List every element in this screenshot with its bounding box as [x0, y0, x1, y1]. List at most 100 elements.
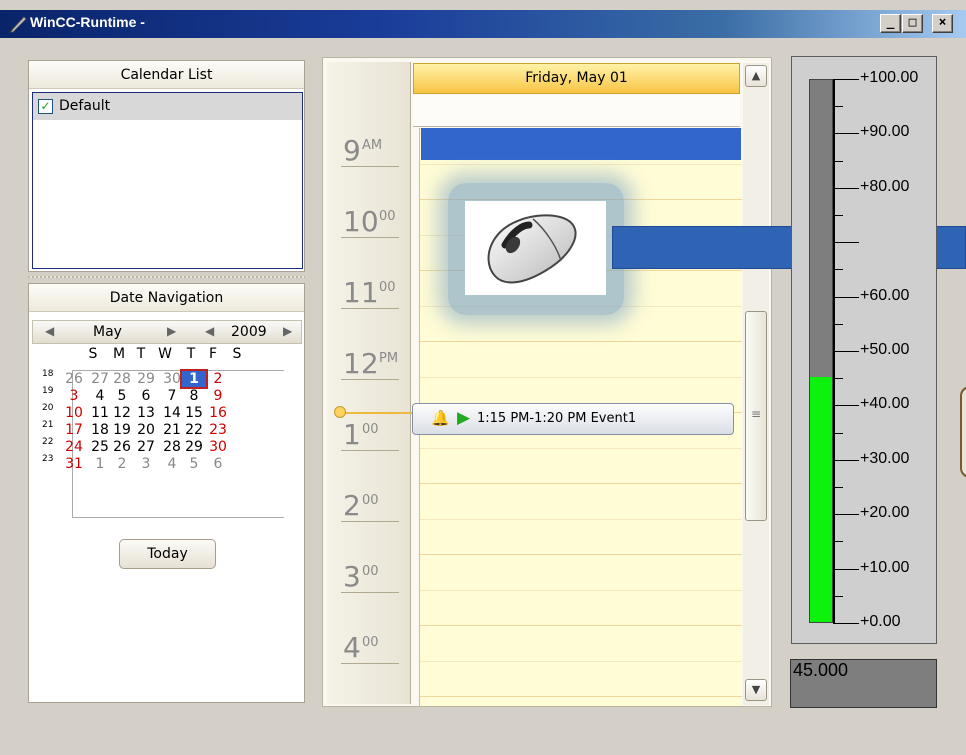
calendar-day[interactable]: 18	[88, 422, 112, 438]
calendar-day[interactable]: 1	[180, 369, 208, 389]
hour-separator	[341, 450, 399, 451]
calendar-day[interactable]: 6	[206, 456, 230, 472]
calendar-day[interactable]: 28	[110, 371, 134, 387]
calendar-day[interactable]: 7	[160, 388, 184, 404]
date-navigation-panel: Date Navigation ◀ May ▶ ◀ 2009 ▶ SMTWTFS…	[28, 283, 305, 703]
gauge-major-tick	[833, 405, 859, 407]
calendar-day[interactable]: 20	[134, 422, 158, 438]
gauge-bar	[809, 79, 833, 623]
calendar-day[interactable]: 2	[110, 456, 134, 472]
calendar-day[interactable]: 29	[182, 439, 206, 455]
calendar-day[interactable]: 3	[62, 388, 86, 404]
calendar-list-header: Calendar List	[29, 61, 304, 89]
calendar-day[interactable]: 26	[110, 439, 134, 455]
date-navigation-header: Date Navigation	[29, 284, 304, 312]
hour-number: 2	[343, 489, 361, 522]
calendar-day[interactable]: 30	[160, 371, 184, 387]
calendar-day[interactable]: 24	[62, 439, 86, 455]
calendar-event[interactable]: 🔔 ▶ 1:15 PM-1:20 PM Event1	[412, 403, 734, 435]
calendar-day[interactable]: 8	[182, 388, 206, 404]
gauge-major-tick	[833, 79, 859, 80]
calendar-day[interactable]: 25	[88, 439, 112, 455]
close-button[interactable]: ×	[932, 14, 953, 33]
hour-number: 4	[343, 631, 361, 664]
gauge-major-tick	[833, 459, 859, 461]
hour-label: 12 PM	[327, 341, 411, 401]
day-header[interactable]: Friday, May 01	[413, 63, 740, 94]
calendar-day[interactable]: 6	[134, 388, 158, 404]
calendar-day[interactable]: 27	[88, 371, 112, 387]
prev-year-icon[interactable]: ◀	[205, 324, 214, 338]
gauge-label: +30.00	[860, 449, 910, 467]
calendar-day[interactable]: 5	[182, 456, 206, 472]
hour-label: 10 00	[327, 199, 411, 259]
calendar-day[interactable]: 11	[88, 405, 112, 421]
gauge-major-tick	[833, 242, 859, 244]
calendar-day[interactable]: 17	[62, 422, 86, 438]
calendar-day[interactable]: 3	[134, 456, 158, 472]
scroll-down-button[interactable]: ▼	[745, 679, 767, 701]
calendar-day[interactable]: 15	[182, 405, 206, 421]
hour-number: 10	[343, 205, 379, 238]
partial-button	[960, 386, 966, 478]
gauge-label: +0.00	[860, 613, 901, 630]
weekday-header: S	[232, 346, 242, 362]
calendar-day[interactable]: 14	[160, 405, 184, 421]
calendar-day[interactable]: 28	[160, 439, 184, 455]
calendar-day[interactable]: 19	[110, 422, 134, 438]
weekday-header: M	[112, 346, 126, 362]
calendar-day[interactable]: 16	[206, 405, 230, 421]
calendar-day[interactable]: 26	[62, 371, 86, 387]
calendar-day[interactable]: 30	[206, 439, 230, 455]
gauge-major-tick	[833, 296, 859, 298]
hour-label: 4 00	[327, 625, 411, 685]
gauge-label: +100.00	[860, 69, 919, 86]
calendar-checkbox[interactable]: ✓	[38, 99, 53, 114]
hour-label: 1 00	[327, 412, 411, 472]
prev-month-icon[interactable]: ◀	[45, 324, 54, 338]
today-button[interactable]: Today	[119, 539, 216, 569]
scroll-up-button[interactable]: ▲	[745, 65, 767, 87]
gauge-minor-tick	[833, 595, 843, 597]
calendar-day[interactable]: 23	[206, 422, 230, 438]
calendar-day[interactable]: 13	[134, 405, 158, 421]
calendar-list-item[interactable]: ✓ Default	[33, 93, 302, 120]
slot-line	[420, 163, 742, 165]
calendar-day[interactable]: 2	[206, 371, 230, 387]
slot-line	[420, 376, 742, 378]
calendar-day[interactable]: 1	[88, 456, 112, 472]
calendar-day[interactable]: 21	[160, 422, 184, 438]
gauge-value-display: 45.000	[790, 659, 937, 708]
gauge-minor-tick	[833, 269, 843, 271]
day-view-scrollbar[interactable]: ▲ ≡ ▼	[743, 63, 769, 705]
calendar-day[interactable]: 29	[134, 371, 158, 387]
calendar-day[interactable]: 4	[88, 388, 112, 404]
current-time-marker	[334, 406, 346, 418]
year-label: 2009	[231, 324, 267, 340]
week-number: 20	[42, 403, 54, 413]
hour-suffix: 00	[362, 635, 379, 650]
next-month-icon[interactable]: ▶	[167, 324, 176, 338]
calendar-day[interactable]: 10	[62, 405, 86, 421]
selected-time-slot[interactable]	[421, 128, 741, 160]
panel-splitter[interactable]	[28, 272, 305, 282]
calendar-day[interactable]: 31	[62, 456, 86, 472]
scroll-thumb[interactable]: ≡	[745, 311, 767, 521]
play-icon: ▶	[457, 408, 471, 428]
all-day-area[interactable]	[413, 95, 740, 127]
maximize-button[interactable]: □	[902, 14, 923, 33]
event-label: 1:15 PM-1:20 PM Event1	[477, 411, 637, 426]
next-year-icon[interactable]: ▶	[283, 324, 292, 338]
gauge-major-tick	[833, 568, 859, 570]
minimize-button[interactable]: _	[880, 14, 901, 33]
calendar-day[interactable]: 5	[110, 388, 134, 404]
calendar-day[interactable]: 12	[110, 405, 134, 421]
calendar-day[interactable]: 9	[206, 388, 230, 404]
current-time-line	[345, 412, 417, 414]
calendar-day[interactable]: 4	[160, 456, 184, 472]
calendar-day[interactable]: 22	[182, 422, 206, 438]
calendar-day[interactable]: 27	[134, 439, 158, 455]
grip-icon: ≡	[751, 407, 762, 421]
hour-suffix: 00	[362, 422, 379, 437]
gauge-major-tick	[833, 133, 859, 135]
